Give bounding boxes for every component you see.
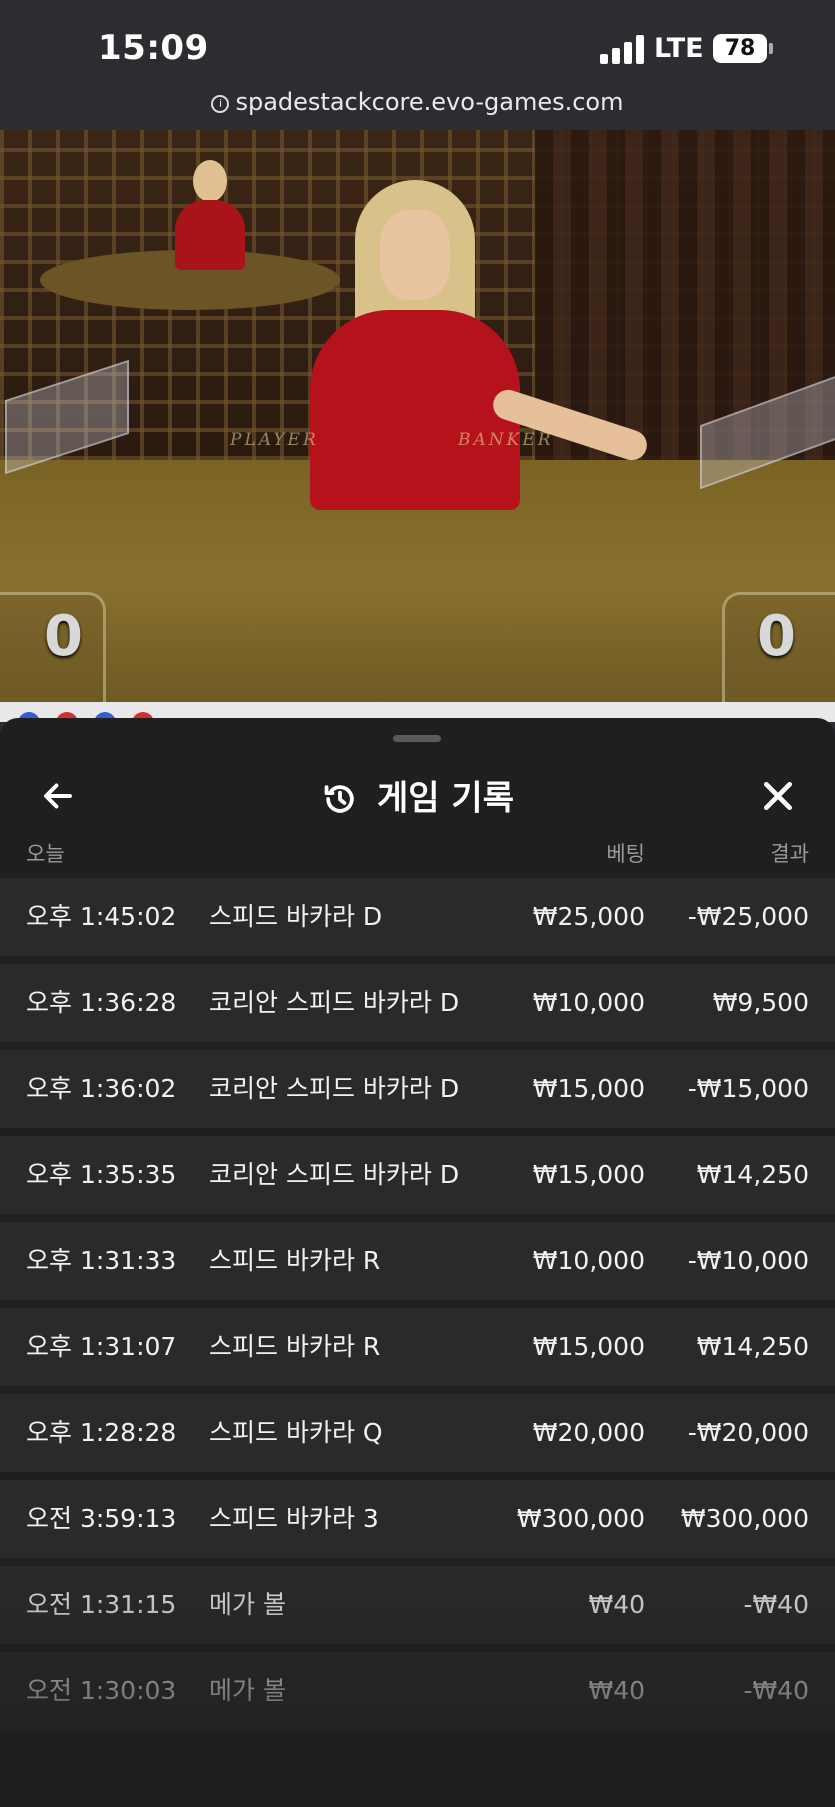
row-bet: ₩20,000 — [532, 1418, 645, 1447]
row-time: 오전 1:30:03 — [26, 1676, 177, 1705]
drag-handle[interactable] — [393, 735, 441, 742]
close-button[interactable] — [758, 776, 798, 816]
row-result: -₩10,000 — [687, 1246, 809, 1275]
banker-score: 0 — [757, 604, 796, 669]
row-game: 코리안 스피드 바카라 D — [209, 1074, 460, 1103]
row-result: ₩9,500 — [712, 988, 809, 1017]
row-result: -₩20,000 — [687, 1418, 809, 1447]
row-bet: ₩15,000 — [532, 1332, 645, 1361]
game-history-sheet: 게임 기록 오늘 베팅 결과 오후 1:45:02 스피드 바카라 D ₩25,… — [0, 718, 835, 1807]
back-button[interactable] — [40, 778, 76, 814]
history-list: 오후 1:45:02 스피드 바카라 D ₩25,000 -₩25,000 오후… — [0, 878, 835, 1738]
history-row[interactable]: 오후 1:28:28 스피드 바카라 Q ₩20,000 -₩20,000 — [0, 1394, 835, 1472]
history-icon — [324, 784, 354, 813]
row-time: 오후 1:36:28 — [26, 988, 177, 1017]
history-row[interactable]: 오후 1:36:02 코리안 스피드 바카라 D ₩15,000 -₩15,00… — [0, 1050, 835, 1128]
column-header-result: 결과 — [770, 842, 809, 866]
row-time: 오후 1:31:33 — [26, 1246, 177, 1275]
history-row[interactable]: 오전 3:59:13 스피드 바카라 3 ₩300,000 ₩300,000 — [0, 1480, 835, 1558]
row-bet: ₩40 — [588, 1590, 645, 1619]
sheet-title: 게임 기록 — [377, 778, 514, 819]
status-bar: 15:09 LTE 78 i spadestackcore.evo-games.c… — [0, 0, 835, 130]
history-row[interactable]: 오후 1:45:02 스피드 바카라 D ₩25,000 -₩25,000 — [0, 878, 835, 956]
row-game: 코리안 스피드 바카라 D — [209, 988, 460, 1017]
history-row[interactable]: 오후 1:36:28 코리안 스피드 바카라 D ₩10,000 ₩9,500 — [0, 964, 835, 1042]
row-time: 오후 1:45:02 — [26, 902, 177, 931]
history-row[interactable]: 오후 1:31:33 스피드 바카라 R ₩10,000 -₩10,000 — [0, 1222, 835, 1300]
row-game: 메가 볼 — [209, 1590, 286, 1619]
url-text: spadestackcore.evo-games.com — [235, 88, 624, 116]
row-result: -₩25,000 — [687, 902, 809, 931]
row-bet: ₩40 — [588, 1676, 645, 1705]
network-type: LTE — [654, 33, 704, 64]
row-result: ₩300,000 — [680, 1504, 809, 1533]
row-time: 오후 1:35:35 — [26, 1160, 177, 1189]
history-row[interactable]: 오전 1:30:03 메가 볼 ₩40 -₩40 — [0, 1652, 835, 1730]
arrow-left-icon — [44, 783, 72, 809]
signal-icon — [600, 34, 646, 64]
row-game: 코리안 스피드 바카라 D — [209, 1160, 460, 1189]
row-result: -₩40 — [743, 1676, 809, 1705]
player-score: 0 — [44, 604, 83, 669]
address-bar[interactable]: i spadestackcore.evo-games.com — [0, 88, 835, 116]
row-bet: ₩15,000 — [532, 1160, 645, 1189]
row-time: 오전 1:31:15 — [26, 1590, 177, 1619]
row-bet: ₩300,000 — [516, 1504, 645, 1533]
row-bet: ₩10,000 — [532, 988, 645, 1017]
row-bet: ₩25,000 — [532, 902, 645, 931]
close-icon — [764, 782, 792, 810]
row-result: ₩14,250 — [696, 1160, 809, 1189]
background-dealer — [175, 160, 245, 270]
history-row[interactable]: 오후 1:35:35 코리안 스피드 바카라 D ₩15,000 ₩14,250 — [0, 1136, 835, 1214]
felt-banker-label: BANKER — [458, 430, 554, 450]
title-wrap: 게임 기록 — [0, 758, 835, 839]
live-video: PLAYER BANKER 0 0 — [0, 130, 835, 702]
dealer — [300, 180, 651, 510]
row-time: 오후 1:36:02 — [26, 1074, 177, 1103]
row-game: 스피드 바카라 Q — [209, 1418, 383, 1447]
row-game: 스피드 바카라 R — [209, 1332, 381, 1361]
battery-nub — [769, 43, 773, 54]
row-result: -₩40 — [743, 1590, 809, 1619]
column-header-bet: 베팅 — [606, 842, 645, 866]
history-row[interactable]: 오후 1:31:07 스피드 바카라 R ₩15,000 ₩14,250 — [0, 1308, 835, 1386]
history-row[interactable]: 오전 1:31:15 메가 볼 ₩40 -₩40 — [0, 1566, 835, 1644]
row-result: -₩15,000 — [687, 1074, 809, 1103]
row-result: ₩14,250 — [696, 1332, 809, 1361]
clock: 15:09 — [98, 28, 209, 68]
battery-indicator: 78 — [713, 34, 767, 63]
row-game: 스피드 바카라 R — [209, 1246, 381, 1275]
row-bet: ₩15,000 — [532, 1074, 645, 1103]
row-game: 스피드 바카라 3 — [209, 1504, 379, 1533]
sheet-header: 게임 기록 — [0, 758, 835, 838]
row-time: 오전 3:59:13 — [26, 1504, 177, 1533]
row-game: 스피드 바카라 D — [209, 902, 383, 931]
info-icon: i — [211, 95, 230, 113]
row-game: 메가 볼 — [209, 1676, 286, 1705]
felt-player-label: PLAYER — [230, 430, 319, 450]
row-time: 오후 1:28:28 — [26, 1418, 177, 1447]
row-bet: ₩10,000 — [532, 1246, 645, 1275]
row-time: 오후 1:31:07 — [26, 1332, 177, 1361]
column-header-today: 오늘 — [26, 842, 65, 866]
